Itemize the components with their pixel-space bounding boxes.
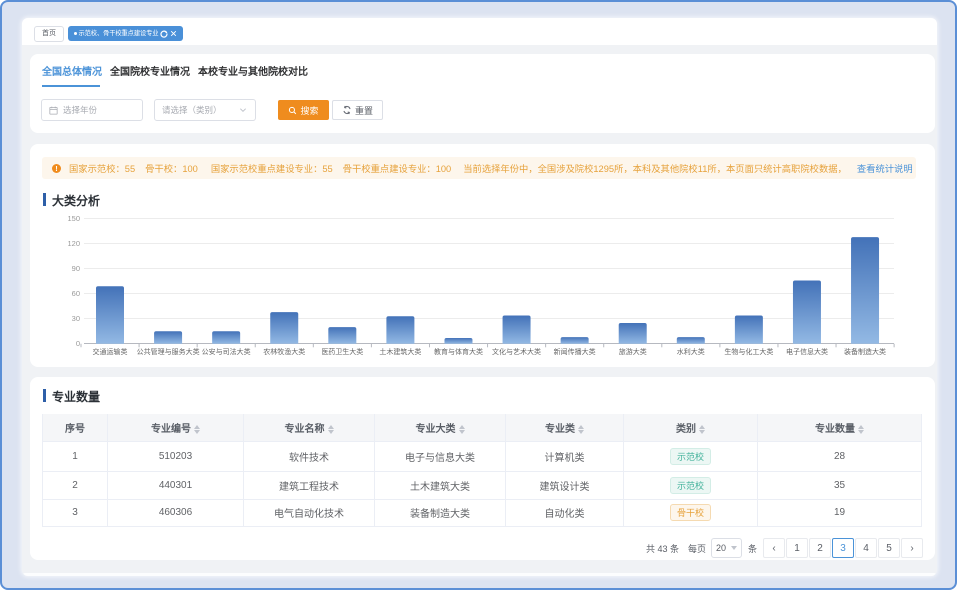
- svg-text:60: 60: [72, 289, 80, 298]
- svg-text:装备制造大类: 装备制造大类: [844, 346, 886, 355]
- svg-text:生物与化工大类: 生物与化工大类: [724, 346, 773, 355]
- svg-text:农林牧渔大类: 农林牧渔大类: [263, 346, 305, 355]
- svg-text:文化与艺术大类: 文化与艺术大类: [492, 346, 541, 355]
- svg-text:150: 150: [67, 214, 80, 223]
- svg-text:土木建筑大类: 土木建筑大类: [379, 346, 421, 355]
- svg-text:新闻传播大类: 新闻传播大类: [554, 346, 596, 355]
- svg-text:医药卫生大类: 医药卫生大类: [321, 346, 363, 355]
- svg-text:水利大类: 水利大类: [677, 346, 705, 355]
- svg-text:教育与体育大类: 教育与体育大类: [434, 346, 483, 355]
- svg-text:0: 0: [76, 339, 80, 348]
- svg-text:90: 90: [72, 264, 80, 273]
- svg-text:公安与司法大类: 公安与司法大类: [202, 346, 251, 355]
- svg-text:120: 120: [67, 239, 80, 248]
- svg-text:旅游大类: 旅游大类: [619, 346, 647, 355]
- svg-text:公共管理与服务大类: 公共管理与服务大类: [137, 346, 200, 355]
- svg-text:电子信息大类: 电子信息大类: [786, 346, 828, 355]
- svg-text:30: 30: [72, 314, 80, 323]
- svg-text:交通运输类: 交通运输类: [93, 346, 128, 355]
